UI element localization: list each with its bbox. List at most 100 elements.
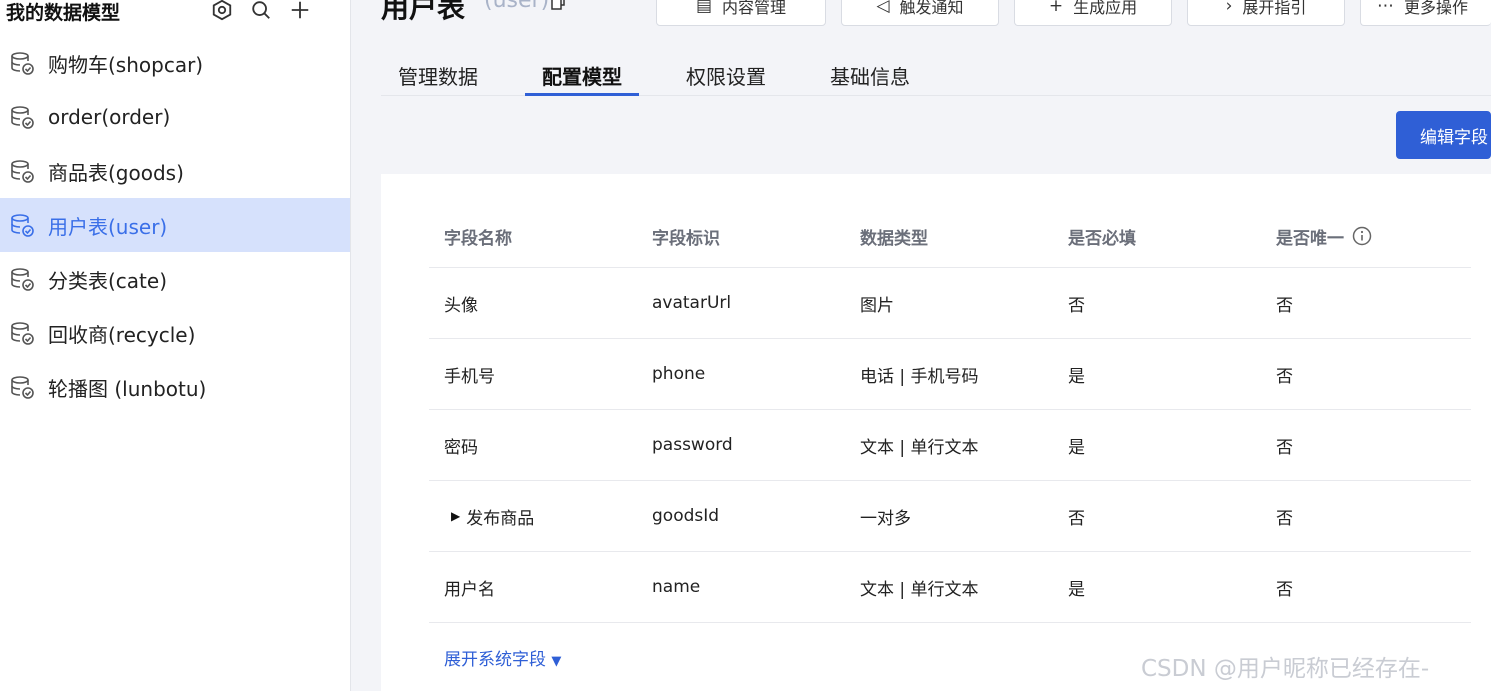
tab-bar: 管理数据 配置模型 权限设置 基础信息 — [381, 52, 1491, 96]
tab-permissions[interactable]: 权限设置 — [669, 52, 783, 96]
copy-icon[interactable] — [550, 0, 566, 10]
tab-label: 基础信息 — [830, 65, 910, 89]
cell-type: 文本 | 单行文本 — [860, 437, 979, 458]
cell-unique: 否 — [1276, 508, 1293, 529]
cell-key: name — [652, 577, 701, 597]
expand-guide-button[interactable]: › 展开指引 — [1187, 0, 1345, 26]
sidebar-item-label: order(order) — [48, 105, 171, 129]
sidebar-item-cate[interactable]: 分类表(cate) — [0, 252, 350, 306]
cell-unique: 否 — [1276, 366, 1293, 387]
sidebar: 我的数据模型 购物车(shopcar) order(order) 商品表(goo… — [0, 0, 351, 691]
cell-name-expandable[interactable]: ▶ 发布商品 — [451, 481, 534, 551]
sidebar-title: 我的数据模型 — [6, 2, 121, 24]
cell-name: 发布商品 — [466, 508, 535, 529]
column-header: 数据类型 — [860, 228, 928, 249]
settings-icon[interactable] — [210, 0, 234, 22]
sidebar-item-label: 购物车(shopcar) — [48, 52, 204, 77]
database-icon — [8, 211, 36, 239]
cell-required: 是 — [1068, 579, 1085, 600]
generate-app-button[interactable]: + 生成应用 — [1014, 0, 1172, 26]
table-row[interactable]: 手机号 phone 电话 | 手机号码 是 否 — [429, 339, 1471, 410]
sidebar-item-label: 分类表(cate) — [48, 268, 168, 293]
sidebar-item-goods[interactable]: 商品表(goods) — [0, 144, 350, 198]
column-header: 是否唯一 — [1276, 228, 1344, 249]
button-label: 更多操作 — [1404, 0, 1469, 17]
cell-type: 一对多 — [860, 508, 911, 529]
cell-required: 是 — [1068, 366, 1085, 387]
sidebar-item-lunbotu[interactable]: 轮播图 (lunbotu) — [0, 360, 350, 414]
sidebar-item-label: 商品表(goods) — [48, 160, 184, 185]
cell-name: 头像 — [444, 295, 478, 316]
sidebar-header: 我的数据模型 — [0, 0, 350, 28]
button-label: 生成应用 — [1073, 0, 1138, 17]
more-actions-button[interactable]: ⋯ 更多操作 — [1360, 0, 1491, 26]
more-icon: ⋯ — [1377, 0, 1394, 16]
sidebar-item-label: 用户表(user) — [48, 214, 168, 239]
cell-type: 电话 | 手机号码 — [860, 366, 979, 387]
cell-required: 否 — [1068, 295, 1085, 316]
cell-type: 图片 — [860, 295, 894, 316]
cell-key: phone — [652, 364, 706, 384]
fields-table: 字段名称 字段标识 数据类型 是否必填 是否唯一 头像 avatarUrl 图片… — [429, 204, 1471, 623]
cell-unique: 否 — [1276, 437, 1293, 458]
table-row[interactable]: 头像 avatarUrl 图片 否 否 — [429, 268, 1471, 339]
expand-triangle-icon[interactable]: ▶ — [451, 509, 460, 523]
database-icon — [8, 373, 36, 401]
chevron-right-icon: › — [1225, 0, 1233, 16]
column-header: 是否必填 — [1068, 228, 1136, 249]
cell-unique: 否 — [1276, 579, 1293, 600]
table-row[interactable]: 密码 password 文本 | 单行文本 是 否 — [429, 410, 1471, 481]
tab-config-model[interactable]: 配置模型 — [525, 52, 639, 96]
tab-label: 管理数据 — [398, 65, 478, 89]
cell-type: 文本 | 单行文本 — [860, 579, 979, 600]
table-row[interactable]: ▶ 发布商品 goodsId 一对多 否 否 — [429, 481, 1471, 552]
button-label: 触发通知 — [899, 0, 964, 17]
add-icon[interactable] — [288, 0, 312, 22]
page-title: 用户表 — [381, 0, 466, 24]
cell-required: 是 — [1068, 437, 1085, 458]
column-header: 字段名称 — [444, 228, 512, 249]
caret-down-icon: ▼ — [551, 654, 562, 669]
sidebar-list: 购物车(shopcar) order(order) 商品表(goods) 用户表… — [0, 36, 350, 414]
sidebar-item-label: 回收商(recycle) — [48, 322, 196, 347]
trigger-notify-button[interactable]: ◁ 触发通知 — [841, 0, 999, 26]
cell-key: password — [652, 435, 733, 455]
database-icon — [8, 49, 36, 77]
content-manage-button[interactable]: ▤ 内容管理 — [656, 0, 826, 26]
link-label: 展开系统字段 — [444, 650, 546, 670]
sidebar-item-order[interactable]: order(order) — [0, 90, 350, 144]
column-header-unique: 是否唯一 — [1276, 204, 1372, 268]
tab-basic-info[interactable]: 基础信息 — [813, 52, 927, 96]
cell-name: 手机号 — [444, 366, 495, 387]
fields-card: 字段名称 字段标识 数据类型 是否必填 是否唯一 头像 avatarUrl 图片… — [381, 174, 1491, 691]
table-row[interactable]: 用户名 name 文本 | 单行文本 是 否 — [429, 552, 1471, 623]
watermark: CSDN @用户昵称已经存在- — [1141, 656, 1430, 682]
plus-icon: + — [1048, 0, 1064, 16]
sidebar-item-shopcar[interactable]: 购物车(shopcar) — [0, 36, 350, 90]
column-header: 字段标识 — [652, 228, 720, 249]
tab-label: 权限设置 — [686, 65, 766, 89]
tab-label: 配置模型 — [542, 65, 622, 89]
page-subtitle: (user) — [484, 0, 550, 13]
sidebar-item-label: 轮播图 (lunbotu) — [48, 376, 207, 401]
tab-manage-data[interactable]: 管理数据 — [381, 52, 495, 96]
edit-fields-button[interactable]: 编辑字段 — [1396, 111, 1491, 159]
table-header: 字段名称 字段标识 数据类型 是否必填 是否唯一 — [429, 204, 1471, 268]
info-icon[interactable] — [1352, 226, 1372, 246]
database-icon — [8, 265, 36, 293]
cell-unique: 否 — [1276, 295, 1293, 316]
cell-required: 否 — [1068, 508, 1085, 529]
button-label: 展开指引 — [1242, 0, 1307, 17]
button-label: 内容管理 — [722, 0, 787, 17]
sidebar-item-user[interactable]: 用户表(user) — [0, 198, 350, 252]
cell-key: avatarUrl — [652, 293, 732, 313]
database-icon — [8, 103, 36, 131]
search-icon[interactable] — [249, 0, 273, 22]
expand-system-fields-link[interactable]: 展开系统字段 ▼ — [444, 645, 561, 670]
sidebar-item-recycle[interactable]: 回收商(recycle) — [0, 306, 350, 360]
content-icon: ▤ — [695, 0, 713, 16]
cell-name: 密码 — [444, 437, 478, 458]
send-icon: ◁ — [876, 0, 890, 16]
database-icon — [8, 319, 36, 347]
cell-key: goodsId — [652, 506, 720, 526]
